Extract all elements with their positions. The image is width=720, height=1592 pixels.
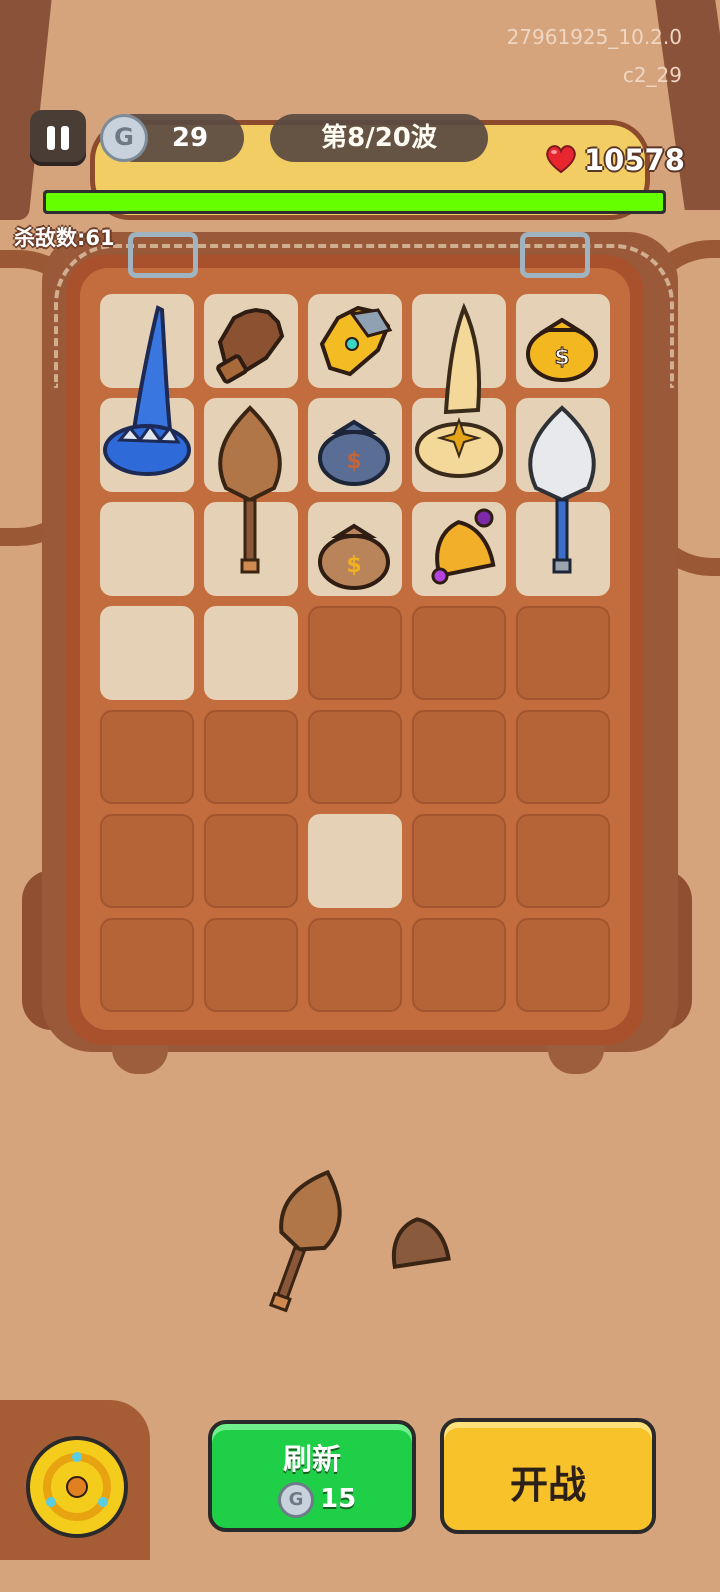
- silver-leaf-mace-icon[interactable]: [516, 404, 608, 576]
- build-number: 27961925_10.2.0: [506, 25, 682, 49]
- shop-bronze-bell-icon[interactable]: [380, 1210, 456, 1280]
- locked-slot: [204, 710, 298, 804]
- leather-glove-icon[interactable]: [206, 296, 296, 386]
- locked-slot: [516, 918, 610, 1012]
- buckle-right-icon: [520, 232, 590, 278]
- locked-slot: [516, 606, 610, 700]
- locked-slot: [516, 710, 610, 804]
- locked-slot: [412, 918, 506, 1012]
- locked-slot: [204, 918, 298, 1012]
- coin-icon: G: [278, 1482, 314, 1518]
- start-battle-label: 开战: [509, 1463, 586, 1507]
- locked-slot: [100, 918, 194, 1012]
- golden-wizard-hat-icon[interactable]: [412, 300, 506, 490]
- shop-wooden-leaf-mace-icon[interactable]: [256, 1164, 350, 1316]
- heart-icon: [546, 145, 576, 174]
- buckle-left-icon: [128, 232, 198, 278]
- locked-slot: [308, 710, 402, 804]
- wooden-leaf-mace-icon[interactable]: [206, 404, 296, 576]
- golden-money-bag-icon[interactable]: $: [516, 296, 608, 386]
- level-code: c2_29: [622, 63, 682, 87]
- refresh-cost: 15: [320, 1484, 357, 1514]
- coin-amount: 29: [171, 123, 209, 153]
- brown-money-bag-icon[interactable]: $: [308, 504, 400, 594]
- locked-slot: [100, 710, 194, 804]
- locked-slot: [412, 606, 506, 700]
- refresh-button[interactable]: 刷新 G 15: [208, 1420, 416, 1532]
- golden-bell-icon[interactable]: [412, 504, 504, 594]
- inventory-slot[interactable]: [100, 502, 194, 596]
- start-battle-button[interactable]: 开战: [440, 1418, 656, 1534]
- health-points: 10578: [584, 143, 685, 177]
- locked-slot: [516, 814, 610, 908]
- inventory-slot[interactable]: [204, 606, 298, 700]
- locked-slot: [100, 814, 194, 908]
- refresh-label: 刷新: [282, 1442, 341, 1476]
- locked-slot: [412, 814, 506, 908]
- blue-money-bag-icon[interactable]: $: [308, 400, 400, 490]
- locked-slot: [412, 710, 506, 804]
- kill-count: 杀敌数:61: [14, 226, 115, 250]
- wave-indicator: 第8/20波: [270, 114, 488, 162]
- locked-slot: [308, 918, 402, 1012]
- skill-wheel-button[interactable]: [26, 1436, 128, 1538]
- wave-progress-fill: [46, 193, 663, 211]
- locked-slot: [308, 606, 402, 700]
- svg-text:$: $: [346, 449, 361, 474]
- pause-icon-bar: [61, 126, 69, 150]
- wheel-icon: [43, 1452, 111, 1521]
- version-info: 27961925_10.2.0 c2_29: [507, 18, 682, 94]
- inventory-slot[interactable]: [308, 814, 402, 908]
- svg-text:$: $: [554, 345, 569, 370]
- inventory-slot[interactable]: [100, 606, 194, 700]
- pause-icon: [47, 126, 55, 150]
- pause-button[interactable]: [30, 110, 86, 166]
- blue-wizard-hat-icon[interactable]: [100, 300, 194, 490]
- golden-gauntlet-icon[interactable]: [308, 296, 400, 386]
- svg-text:$: $: [346, 553, 361, 578]
- locked-slot: [204, 814, 298, 908]
- wave-progress-bar: [43, 190, 666, 214]
- coin-icon: G: [100, 114, 148, 162]
